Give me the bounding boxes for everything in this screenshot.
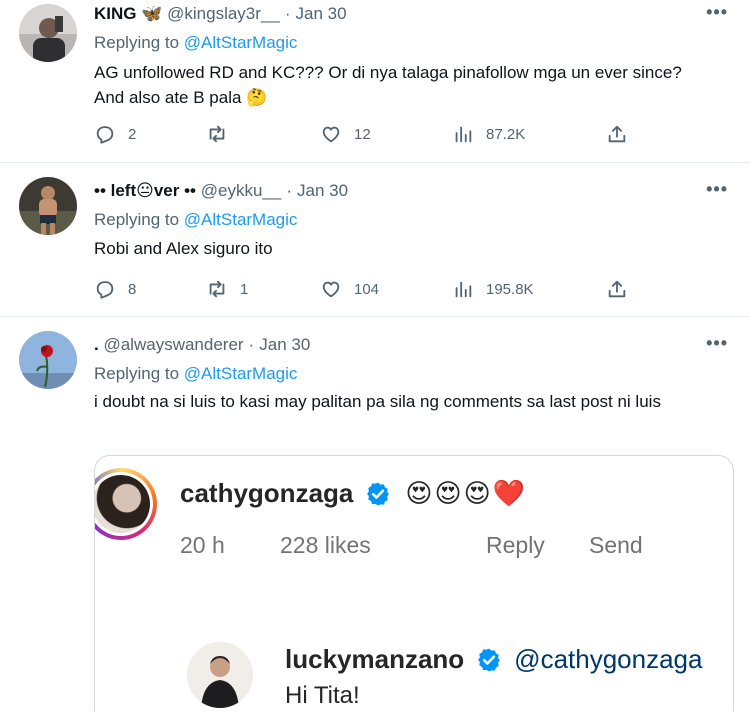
replying-to: Replying to @AltStarMagic xyxy=(94,210,297,230)
analytics-icon xyxy=(455,281,472,298)
reply-icon xyxy=(96,281,114,299)
separator-dot: · xyxy=(284,4,291,23)
comment-send: Send xyxy=(589,532,643,558)
retweet-icon xyxy=(209,280,225,298)
reply-username: luckymanzano xyxy=(285,644,465,674)
retweet-icon xyxy=(209,125,225,143)
reply-count: 8 xyxy=(128,280,137,298)
heart-icon xyxy=(322,281,340,298)
view-count: 195.8K xyxy=(486,280,534,298)
replying-to-label: Replying to xyxy=(94,33,184,52)
retweet-button[interactable] xyxy=(206,123,240,145)
replying-to: Replying to @AltStarMagic xyxy=(94,33,297,53)
retweet-count: 1 xyxy=(240,280,249,298)
comment-author: cathygonzaga 😍😍😍❤️ xyxy=(180,478,527,509)
views-button[interactable]: 87.2K xyxy=(452,123,525,145)
reply-button[interactable]: 2 xyxy=(94,123,136,145)
retweet-button[interactable]: 1 xyxy=(206,278,248,300)
display-name[interactable]: •• left😐ver •• xyxy=(94,181,196,201)
reply-count: 2 xyxy=(128,125,137,143)
tweet-3[interactable]: . @alwayswanderer · Jan 30 ••• Replying … xyxy=(0,317,750,712)
tweet-header: •• left😐ver •• @eykku__ · Jan 30 xyxy=(94,181,348,201)
view-count: 87.2K xyxy=(486,125,526,143)
timestamp[interactable]: Jan 30 xyxy=(297,181,348,201)
replying-to: Replying to @AltStarMagic xyxy=(94,364,297,384)
more-options-icon[interactable]: ••• xyxy=(706,179,728,200)
replying-to-label: Replying to xyxy=(94,210,184,229)
verified-badge-icon xyxy=(478,648,501,671)
replying-to-mention[interactable]: @AltStarMagic xyxy=(184,33,298,52)
attached-image[interactable]: cathygonzaga 😍😍😍❤️ 20 h 228 likes Reply Sen… xyxy=(94,455,734,712)
comment-time: 20 h xyxy=(180,532,225,558)
replying-to-mention[interactable]: @AltStarMagic xyxy=(184,210,298,229)
display-name[interactable]: KING 🦋 xyxy=(94,4,162,24)
replying-to-mention[interactable]: @AltStarMagic xyxy=(184,364,298,383)
tweet-text: Robi and Alex siguro ito xyxy=(94,239,273,258)
more-options-icon[interactable]: ••• xyxy=(706,333,728,354)
comment-emojis: 😍😍😍❤️ xyxy=(405,478,528,508)
tweet-header: KING 🦋 @kingslay3r__ · Jan 30 xyxy=(94,4,347,24)
avatar[interactable] xyxy=(19,177,77,235)
replying-to-label: Replying to xyxy=(94,364,184,383)
reply-author: luckymanzano @cathygonzaga xyxy=(285,644,702,675)
reply-button[interactable]: 8 xyxy=(94,278,136,300)
separator-dot: · xyxy=(248,335,255,354)
comment-likes: 228 likes xyxy=(280,532,371,558)
avatar[interactable] xyxy=(19,4,77,62)
comment-meta: 20 h 228 likes Reply Send xyxy=(180,532,643,559)
like-count: 12 xyxy=(354,125,371,143)
verified-badge-icon xyxy=(367,482,390,505)
share-icon xyxy=(608,280,626,298)
share-button[interactable] xyxy=(606,278,640,300)
reply-text: Hi Tita! xyxy=(285,682,360,709)
tweet-1[interactable]: KING 🦋 @kingslay3r__ · Jan 30 ••• Replyi… xyxy=(0,0,750,163)
timestamp[interactable]: Jan 30 xyxy=(296,4,347,24)
reply-icon xyxy=(96,126,114,144)
timestamp[interactable]: Jan 30 xyxy=(259,335,310,355)
analytics-icon xyxy=(455,126,472,143)
avatar[interactable] xyxy=(19,331,77,389)
like-button[interactable]: 12 xyxy=(320,123,371,145)
like-count: 104 xyxy=(354,280,380,298)
display-name[interactable]: . xyxy=(94,335,99,355)
handle[interactable]: @eykku__ xyxy=(201,181,282,201)
share-button[interactable] xyxy=(606,123,640,145)
tweet-text: i doubt na si luis to kasi may palitan p… xyxy=(94,392,661,411)
handle[interactable]: @alwayswanderer xyxy=(103,335,243,355)
tweet-2[interactable]: •• left😐ver •• @eykku__ · Jan 30 ••• Rep… xyxy=(0,163,750,317)
story-avatar xyxy=(95,468,157,540)
tweet-actions: 8 1 104 195.8K xyxy=(94,278,634,300)
tweet-text: AG unfollowed RD and KC??? Or di nya tal… xyxy=(94,63,682,107)
like-button[interactable]: 104 xyxy=(320,278,379,300)
reply-avatar xyxy=(187,642,253,708)
more-options-icon[interactable]: ••• xyxy=(706,2,728,23)
views-button[interactable]: 195.8K xyxy=(452,278,534,300)
tweet-header: . @alwayswanderer · Jan 30 xyxy=(94,335,310,355)
comment-username: cathygonzaga xyxy=(180,478,354,508)
share-icon xyxy=(608,125,626,143)
heart-icon xyxy=(322,126,340,143)
reply-mention: @cathygonzaga xyxy=(514,644,703,674)
tweet-actions: 2 12 87.2K xyxy=(94,123,634,145)
comment-reply: Reply xyxy=(486,532,545,558)
separator-dot: · xyxy=(286,181,292,200)
handle[interactable]: @kingslay3r__ xyxy=(167,4,280,24)
